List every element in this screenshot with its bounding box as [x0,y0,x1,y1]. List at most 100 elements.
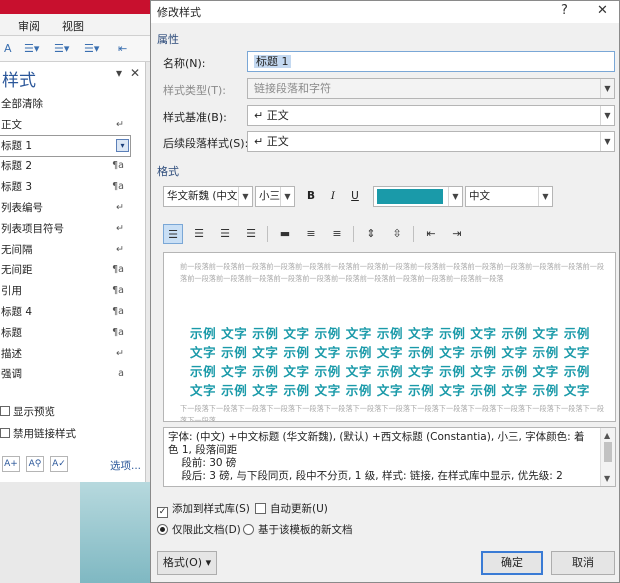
one-half-spacing-icon[interactable]: ≡ [301,224,321,244]
name-input[interactable]: 标题 1 [247,51,615,72]
manage-styles-icon[interactable]: A✓ [50,456,68,472]
chevron-down-icon: ▼ [538,187,552,206]
only-this-document-radio[interactable]: 仅限此文档(D) [157,522,241,537]
font-size-select[interactable]: 小三 ▼ [255,186,295,207]
linked-style-icon: ¶a [112,160,124,172]
toolbar-divider [267,226,268,242]
decrease-indent-icon[interactable]: ⇤ [118,42,127,55]
show-preview-checkbox[interactable]: 显示预览 [0,404,55,419]
increase-spacing-icon[interactable]: ⇕ [361,224,381,244]
paragraph-mark-icon: ↵ [116,118,124,130]
justify-icon[interactable]: ☰ [241,224,261,244]
format-section-label: 格式 [157,165,179,178]
underline-button[interactable]: U [347,188,363,204]
bold-button[interactable]: B [303,188,319,204]
numbering-icon[interactable]: ☰▾ [54,42,69,55]
ribbon-toolbar: A ☰▾ ☰▾ ☰▾ ⇤ [0,36,160,62]
auto-update-checkbox[interactable]: 自动更新(U) [255,501,328,516]
style-inspector-icon[interactable]: A⚲ [26,456,44,472]
align-right-icon[interactable]: ☰ [215,224,235,244]
style-item-description[interactable]: 描述 ↵ [0,344,130,365]
font-color-swatch [377,189,443,204]
style-item-emphasis[interactable]: 强调 a [0,364,130,385]
scroll-down-icon: ▼ [604,474,611,483]
language-select[interactable]: 中文 ▼ [465,186,553,207]
character-style-icon: a [118,368,124,380]
style-item-list-bullet[interactable]: 列表项目符号 ↵ [0,219,130,240]
style-item-heading-1[interactable]: 标题 1 ▾ [0,134,131,158]
multilevel-list-icon[interactable]: ☰▾ [84,42,99,55]
tab-review[interactable]: 审阅 [18,18,40,34]
style-description: 字体: (中文) +中文标题 (华文新魏), (默认) +西文标题 (Const… [163,427,616,487]
linked-style-icon: ¶a [112,305,124,317]
scroll-thumb [604,442,612,462]
style-item-no-spacing[interactable]: 无间隔 ↵ [0,240,130,261]
linked-style-icon: ¶a [112,264,124,276]
ok-button[interactable]: 确定 [481,551,543,575]
properties-section-label: 属性 [157,33,179,46]
tab-view[interactable]: 视图 [62,18,84,34]
name-label: 名称(N): [163,57,206,70]
char-shading-icon[interactable]: A [4,42,12,55]
preview-sample-line: 示例 文字 示例 文字 示例 文字 示例 文字 示例 文字 示例 文字 示例 [190,364,591,379]
style-item-heading-2[interactable]: 标题 2 ¶a [0,156,130,177]
style-type-label: 样式类型(T): [163,84,227,97]
add-to-gallery-checkbox[interactable]: ✓ 添加到样式库(S) [157,501,250,518]
style-item-heading-4[interactable]: 标题 4 ¶a [0,302,130,323]
following-style-label: 后续段落样式(S): [163,137,249,150]
new-documents-template-radio[interactable]: 基于该模板的新文档 [243,522,353,537]
paragraph-mark-icon: ↵ [116,347,124,359]
bullets-icon[interactable]: ☰▾ [24,42,39,55]
ribbon-tabs: 审阅 视图 [0,14,160,36]
chevron-down-icon: ▼ [238,187,252,206]
decrease-spacing-icon[interactable]: ⇳ [387,224,407,244]
toolbar-divider [413,226,414,242]
style-item-no-space[interactable]: 无间距 ¶a [0,260,130,281]
style-item-list-number[interactable]: 列表编号 ↵ [0,198,130,219]
options-link[interactable]: 选项... [110,458,141,473]
increase-indent-icon[interactable]: ⇥ [447,224,467,244]
align-left-icon[interactable]: ☰ [163,224,183,244]
scroll-up-icon: ▲ [604,431,611,440]
cancel-button[interactable]: 取消 [551,551,615,575]
format-menu-button[interactable]: 格式(O) ▾ [157,551,217,575]
decrease-indent-icon[interactable]: ⇤ [421,224,441,244]
pane-options-icon[interactable]: ▾ [116,66,122,80]
style-item-clear-all[interactable]: 全部清除 [0,94,130,115]
double-spacing-icon[interactable]: ≡ [327,224,347,244]
toolbar-divider [353,226,354,242]
style-preview: 前一段落前一段落前一段落前一段落前一段落前一段落前一段落前一段落前一段落前一段落… [163,252,616,422]
styles-pane: 样式 ▾ ✕ 全部清除 正文 ↵ 标题 1 ▾ 标题 2 ¶a 标题 3 ¶a 列表编号… [0,62,146,482]
preview-sample-line: 示例 文字 示例 文字 示例 文字 示例 文字 示例 文字 示例 文字 示例 [190,326,591,341]
description-scrollbar[interactable]: ▲ ▼ [600,428,615,486]
chevron-down-icon: ▼ [600,79,614,98]
close-icon[interactable]: ✕ [597,3,608,18]
italic-button[interactable]: I [325,188,341,204]
font-select[interactable]: 华文新魏 (中文 ▼ [163,186,253,207]
preview-sample-line: 文字 示例 文字 示例 文字 示例 文字 示例 文字 示例 文字 示例 文字 [190,383,591,398]
single-spacing-icon[interactable]: ▬ [275,224,295,244]
style-item-normal[interactable]: 正文 ↵ [0,115,130,136]
style-item-title[interactable]: 标题 ¶a [0,323,130,344]
align-center-icon[interactable]: ☰ [189,224,209,244]
chevron-down-icon: ▼ [280,187,294,206]
style-item-quote[interactable]: 引用 ¶a [0,281,130,302]
linked-style-icon: ¶a [112,326,124,338]
disable-linked-styles-checkbox[interactable]: 禁用链接样式 [0,426,76,441]
new-style-icon[interactable]: A+ [2,456,20,472]
following-style-select[interactable]: ↵ 正文 ▼ [247,131,615,152]
checkmark-icon: ✓ [157,507,168,518]
pane-close-icon[interactable]: ✕ [130,66,140,80]
style-item-heading-3[interactable]: 标题 3 ¶a [0,177,130,198]
preview-next-paragraph: 下一段落下一段落下一段落下一段落下一段落下一段落下一段落下一段落下一段落下一段落… [180,404,605,422]
help-icon[interactable]: ? [561,3,568,18]
style-dropdown-icon[interactable]: ▾ [116,138,129,152]
document-background [80,482,150,583]
chevron-down-icon: ▼ [600,106,614,125]
based-on-select[interactable]: ↵ 正文 ▼ [247,105,615,126]
font-color-select[interactable]: ▼ [373,186,463,207]
paragraph-mark-icon: ↵ [116,243,124,255]
linked-style-icon: ¶a [112,181,124,193]
chevron-down-icon: ▼ [600,132,614,151]
style-type-select: 链接段落和字符 ▼ [247,78,615,99]
